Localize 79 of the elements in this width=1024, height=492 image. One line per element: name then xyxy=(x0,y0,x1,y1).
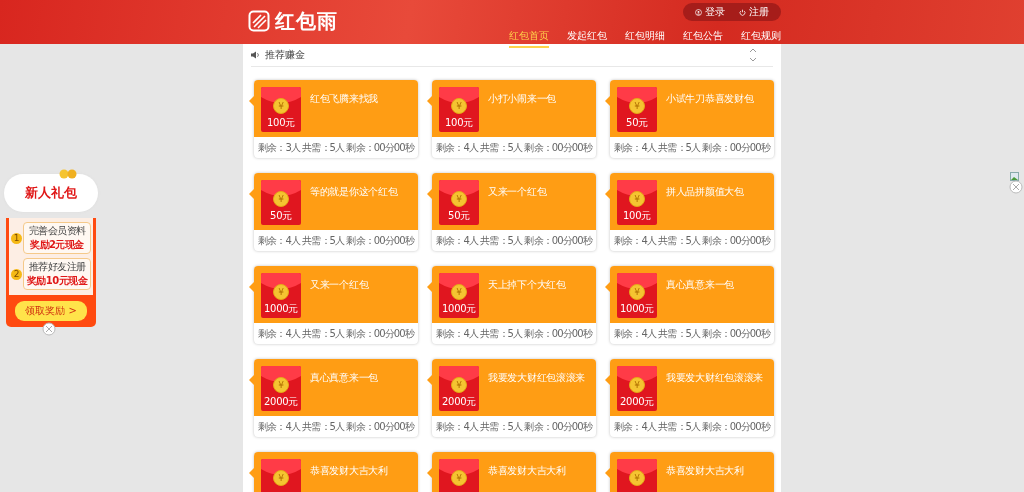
card-status: 剩余：4人 共需：5人 剩余：00分00秒 xyxy=(613,327,772,341)
card-title: 红包飞腾来找我 xyxy=(310,92,378,106)
broken-image-icon xyxy=(1010,172,1019,181)
card-title: 天上掉下个大红包 xyxy=(488,278,566,292)
coins-icon xyxy=(58,169,78,179)
card-status: 剩余：4人 共需：5人 剩余：00分00秒 xyxy=(435,420,594,434)
step-number: 1 xyxy=(11,232,22,244)
card-title: 真心真意来一包 xyxy=(310,371,378,385)
nav-tab[interactable]: 发起红包 xyxy=(567,27,607,48)
card-status: 剩余：4人 共需：5人 剩余：00分00秒 xyxy=(435,141,594,155)
claim-reward-button[interactable]: 领取奖励 > xyxy=(15,301,87,321)
card-status: 剩余：4人 共需：5人 剩余：00分00秒 xyxy=(613,141,772,155)
logo-text: 红包雨 xyxy=(275,7,338,35)
amount-text: 50元 xyxy=(626,116,648,130)
coin-icon: ¥ xyxy=(273,98,289,114)
amount-text: 100元 xyxy=(623,209,651,223)
coin-icon: ¥ xyxy=(273,377,289,393)
close-icon[interactable] xyxy=(1009,180,1023,194)
card-title: 我要发大财红包滚滚来 xyxy=(488,371,585,385)
card-title: 真心真意来一包 xyxy=(666,278,734,292)
amount-text: 50元 xyxy=(270,209,292,223)
up-down-arrows-icon[interactable] xyxy=(749,48,757,62)
amount-text: 2000元 xyxy=(264,395,298,409)
card-status: 剩余：4人 共需：5人 剩余：00分00秒 xyxy=(257,327,416,341)
card-title: 小试牛刀恭喜发财包 xyxy=(666,92,754,106)
power-icon xyxy=(739,8,746,16)
card-title: 恭喜发财大吉大利 xyxy=(310,464,388,478)
speaker-icon xyxy=(251,51,260,59)
account-link[interactable]: 登录 xyxy=(695,5,725,19)
nav-tab[interactable]: 红包明细 xyxy=(625,27,665,48)
card-status: 剩余：4人 共需：5人 剩余：00分00秒 xyxy=(613,234,772,248)
logo-icon xyxy=(248,10,270,32)
coin-icon: ¥ xyxy=(629,284,645,300)
card-title: 恭喜发财大吉大利 xyxy=(666,464,744,478)
notice-text: 推荐赚金 xyxy=(265,48,305,62)
coin-icon: ¥ xyxy=(273,470,289,486)
card-title: 恭喜发财大吉大利 xyxy=(488,464,566,478)
amount-text: 50元 xyxy=(448,209,470,223)
card-status: 剩余：4人 共需：5人 剩余：00分00秒 xyxy=(613,420,772,434)
amount-text: 2000元 xyxy=(620,395,654,409)
card-status: 剩余：3人 共需：5人 剩余：00分00秒 xyxy=(257,141,416,155)
card-title: 又来一个红包 xyxy=(488,185,547,199)
close-icon[interactable] xyxy=(42,322,56,336)
reward-text: 奖励10元现金 xyxy=(25,274,89,288)
nav-tab[interactable]: 红包规则 xyxy=(741,27,781,48)
card-status: 剩余：4人 共需：5人 剩余：00分00秒 xyxy=(435,327,594,341)
card-title: 小打小闹来一包 xyxy=(488,92,556,106)
coin-icon: ¥ xyxy=(629,98,645,114)
coin-icon: ¥ xyxy=(451,98,467,114)
step-text: 推荐好友注册 xyxy=(27,260,87,274)
card-status: 剩余：4人 共需：5人 剩余：00分00秒 xyxy=(435,234,594,248)
card-title: 等的就是你这个红包 xyxy=(310,185,398,199)
account-link[interactable]: 注册 xyxy=(739,5,769,19)
card-status: 剩余：4人 共需：5人 剩余：00分00秒 xyxy=(257,234,416,248)
card-status: 剩余：4人 共需：5人 剩余：00分00秒 xyxy=(257,420,416,434)
reward-text: 奖励2元现金 xyxy=(29,238,85,252)
coin-icon: ¥ xyxy=(451,377,467,393)
amount-text: 100元 xyxy=(445,116,473,130)
gift-title: 新人礼包 xyxy=(25,184,77,202)
card-title: 我要发大财红包滚滚来 xyxy=(666,371,763,385)
card-title: 又来一个红包 xyxy=(310,278,369,292)
coin-icon: ¥ xyxy=(629,377,645,393)
coin-icon: ¥ xyxy=(629,191,645,207)
coin-icon: ¥ xyxy=(451,470,467,486)
coin-icon: ¥ xyxy=(273,284,289,300)
card-title: 拼人品拼颜值大包 xyxy=(666,185,744,199)
amount-text: 1000元 xyxy=(442,302,476,316)
user-icon xyxy=(695,8,702,16)
amount-text: 100元 xyxy=(267,116,295,130)
coin-icon: ¥ xyxy=(273,191,289,207)
amount-text: 2000元 xyxy=(442,395,476,409)
step-number: 2 xyxy=(11,268,22,280)
coin-icon: ¥ xyxy=(451,284,467,300)
amount-text: 1000元 xyxy=(620,302,654,316)
coin-icon: ¥ xyxy=(629,470,645,486)
step-text: 完善会员资料 xyxy=(27,224,87,238)
amount-text: 1000元 xyxy=(264,302,298,316)
coin-icon: ¥ xyxy=(451,191,467,207)
nav-tab[interactable]: 红包公告 xyxy=(683,27,723,48)
